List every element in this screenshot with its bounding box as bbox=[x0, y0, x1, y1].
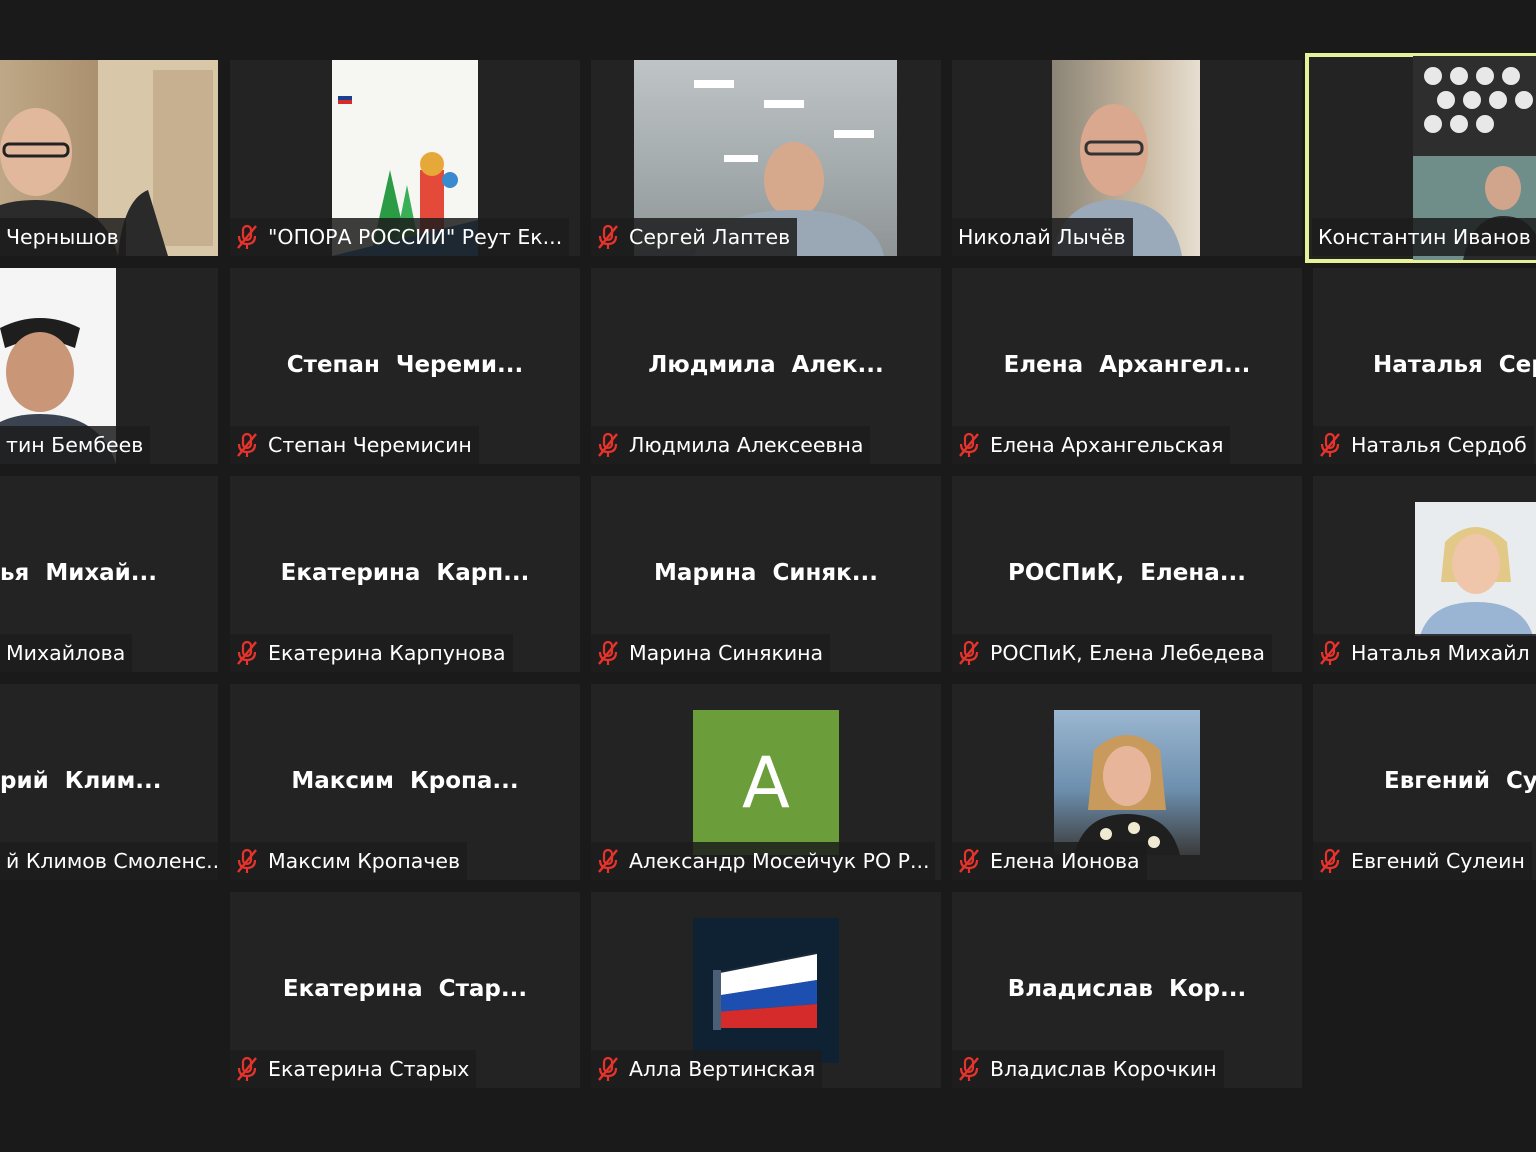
muted-microphone-icon bbox=[598, 1056, 618, 1081]
participant-name-tag: Наталья Сердоб bbox=[1313, 426, 1534, 464]
participant-name-tag: Наталья Михайл bbox=[1313, 634, 1536, 672]
muted-microphone-icon bbox=[598, 432, 618, 457]
participant-display-name: рий Клим... bbox=[0, 768, 162, 794]
avatar-letter: A bbox=[693, 710, 839, 855]
muted-microphone-icon bbox=[237, 224, 257, 249]
participant-tile[interactable]: тин Бембеев bbox=[0, 268, 218, 464]
participant-name-tag: Елена Архангельская bbox=[952, 426, 1231, 464]
participant-display-name: Марина Синяк... bbox=[654, 560, 878, 586]
participant-name-tag: й Климов Смоленс... bbox=[0, 842, 218, 880]
participant-display-name: Владислав Кор... bbox=[1007, 976, 1247, 1002]
participant-display-name: Степан Череми... bbox=[286, 352, 524, 378]
participant-name-tag: Чернышов bbox=[0, 218, 126, 256]
participant-name-tag: Марина Синякина bbox=[591, 634, 831, 672]
muted-microphone-icon bbox=[1320, 432, 1340, 457]
participant-name-tag: Екатерина Карпунова bbox=[230, 634, 513, 672]
participant-tile[interactable]: Владислав Кор... Владислав Корочкин bbox=[952, 892, 1302, 1088]
participant-tile-active-speaker[interactable]: Константин Иванов bbox=[1305, 53, 1536, 263]
muted-microphone-icon bbox=[959, 432, 979, 457]
participant-name-tag: Сергей Лаптев bbox=[591, 218, 798, 256]
muted-microphone-icon bbox=[1320, 640, 1340, 665]
participant-tile[interactable]: Екатерина Стар... Екатерина Старых bbox=[230, 892, 580, 1088]
participant-display-name: Елена Архангел... bbox=[1003, 352, 1251, 378]
participant-name-tag: Владислав Корочкин bbox=[952, 1050, 1224, 1088]
participant-display-name: Наталья Сер bbox=[1373, 352, 1536, 378]
participant-tile[interactable]: Евгений Сул Евгений Сулеин bbox=[1313, 684, 1536, 880]
participant-tile[interactable]: ья Михай... Михайлова bbox=[0, 476, 218, 672]
participant-tile[interactable]: Екатерина Карп... Екатерина Карпунова bbox=[230, 476, 580, 672]
participant-name-tag: "ОПОРА РОССИИ" Реут Ек... bbox=[230, 218, 570, 256]
participant-name-tag: РОСПиК, Елена Лебедева bbox=[952, 634, 1272, 672]
participant-name-tag: Людмила Алексеевна bbox=[591, 426, 871, 464]
muted-microphone-icon bbox=[237, 1056, 257, 1081]
muted-microphone-icon bbox=[598, 848, 618, 873]
muted-microphone-icon bbox=[237, 640, 257, 665]
participant-display-name: Екатерина Стар... bbox=[282, 976, 528, 1002]
gallery-view: Чернышов "ОПОРА РОССИИ" Реут Ек... Серге… bbox=[0, 0, 1536, 1152]
participant-tile[interactable]: Наталья Сер Наталья Сердоб bbox=[1313, 268, 1536, 464]
participant-tile[interactable]: Степан Череми... Степан Черемисин bbox=[230, 268, 580, 464]
participant-tile[interactable]: РОСПиК, Елена... РОСПиК, Елена Лебедева bbox=[952, 476, 1302, 672]
participant-display-name: Евгений Сул bbox=[1384, 768, 1536, 794]
participant-video bbox=[1054, 710, 1200, 855]
participant-name-tag: Евгений Сулеин bbox=[1313, 842, 1532, 880]
muted-microphone-icon bbox=[237, 848, 257, 873]
participant-tile[interactable]: Елена Ионова bbox=[952, 684, 1302, 880]
participant-tile[interactable]: Сергей Лаптев bbox=[591, 60, 941, 256]
participant-tile[interactable]: Чернышов bbox=[0, 60, 218, 256]
participant-display-name: Людмила Алек... bbox=[648, 352, 884, 378]
muted-microphone-icon bbox=[959, 1056, 979, 1081]
participant-name-tag: Николай Лычёв bbox=[952, 218, 1133, 256]
muted-microphone-icon bbox=[959, 640, 979, 665]
participant-video bbox=[1415, 502, 1536, 636]
participant-tile[interactable]: рий Клим... й Климов Смоленс... bbox=[0, 684, 218, 880]
participant-name-tag: Степан Черемисин bbox=[230, 426, 479, 464]
participant-tile[interactable]: Наталья Михайл bbox=[1313, 476, 1536, 672]
participant-tile[interactable]: Николай Лычёв bbox=[952, 60, 1302, 256]
muted-microphone-icon bbox=[598, 224, 618, 249]
participant-tile[interactable]: Людмила Алек... Людмила Алексеевна bbox=[591, 268, 941, 464]
participant-tile[interactable]: A Александр Мосейчук РО Р... bbox=[591, 684, 941, 880]
muted-microphone-icon bbox=[237, 432, 257, 457]
participant-display-name: Екатерина Карп... bbox=[280, 560, 530, 586]
participant-tile[interactable]: "ОПОРА РОССИИ" Реут Ек... bbox=[230, 60, 580, 256]
russian-flag-logo-icon bbox=[713, 952, 817, 1030]
muted-microphone-icon bbox=[959, 848, 979, 873]
participant-name-tag: тин Бембеев bbox=[0, 426, 151, 464]
muted-microphone-icon bbox=[1320, 848, 1340, 873]
participant-display-name: РОСПиК, Елена... bbox=[1008, 560, 1246, 586]
participant-tile[interactable]: Максим Кропа... Максим Кропачев bbox=[230, 684, 580, 880]
participant-display-name: ья Михай... bbox=[0, 560, 158, 586]
participant-tile[interactable]: Алла Вертинская bbox=[591, 892, 941, 1088]
person-silhouette bbox=[1420, 527, 1533, 636]
participant-tile[interactable]: Марина Синяк... Марина Синякина bbox=[591, 476, 941, 672]
participant-tile[interactable]: Елена Архангел... Елена Архангельская bbox=[952, 268, 1302, 464]
participant-display-name: Максим Кропа... bbox=[291, 768, 519, 794]
participant-name-tag: Алла Вертинская bbox=[591, 1050, 823, 1088]
participant-name-tag: Елена Ионова bbox=[952, 842, 1147, 880]
participant-name-tag: Екатерина Старых bbox=[230, 1050, 477, 1088]
participant-name-tag: Александр Мосейчук РО Р... bbox=[591, 842, 935, 880]
organization-logo-video bbox=[693, 918, 839, 1063]
muted-microphone-icon bbox=[598, 640, 618, 665]
person-silhouette bbox=[1074, 735, 1180, 855]
participant-name-tag: Константин Иванов bbox=[1312, 218, 1536, 256]
participant-name-tag: Михайлова bbox=[0, 634, 133, 672]
participant-name-tag: Максим Кропачев bbox=[230, 842, 468, 880]
